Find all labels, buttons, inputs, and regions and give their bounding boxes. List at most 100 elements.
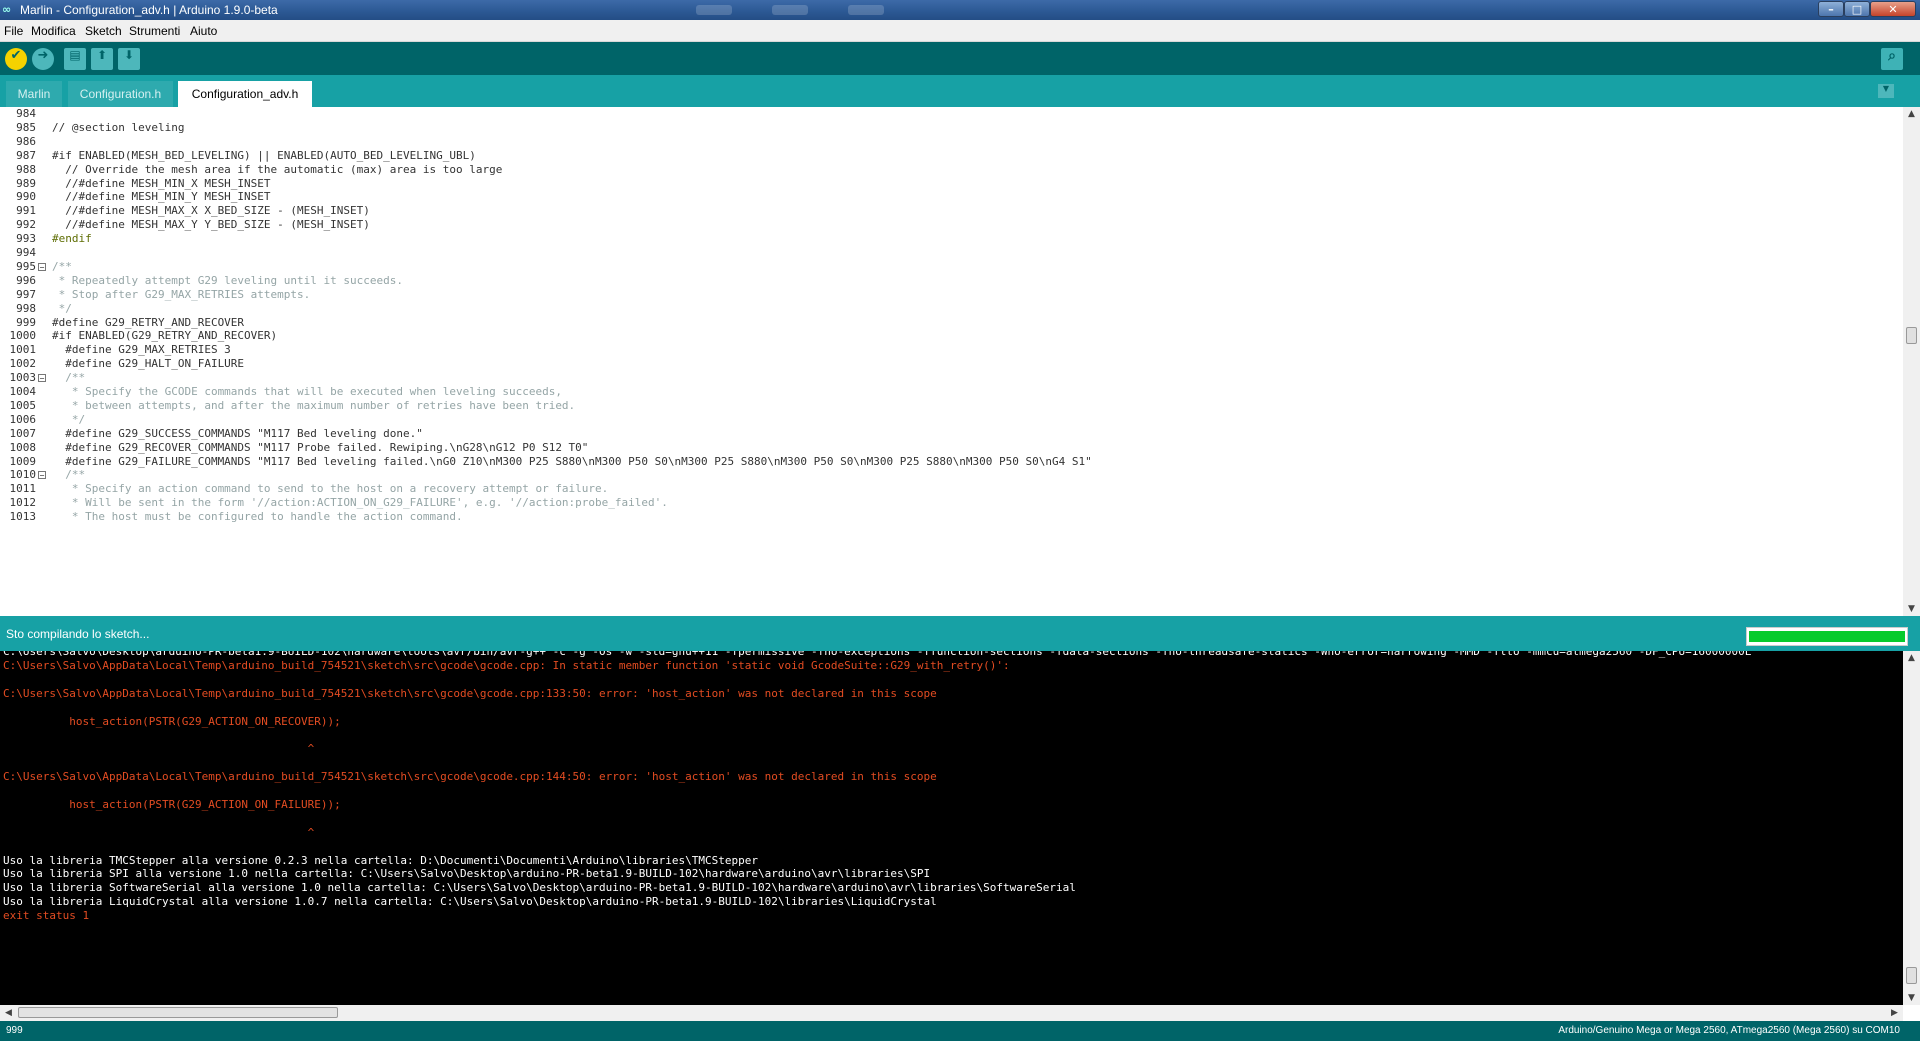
fold-toggle-icon[interactable]: −	[38, 262, 46, 271]
console-horizontal-scrollbar[interactable]: ◀ ▶	[0, 1005, 1903, 1021]
arduino-logo-icon: ∞	[2, 3, 12, 16]
menu-file[interactable]: File	[4, 24, 23, 38]
scroll-left-arrow-icon[interactable]: ◀	[0, 1006, 17, 1020]
toolbar: ✔ ➜ ▤ ⬆ ⬇ ⌕	[0, 42, 1920, 75]
line-number: 984	[16, 107, 36, 120]
line-number: 1011	[9, 482, 37, 496]
code-line: #define G29_RETRY_AND_RECOVER	[52, 315, 245, 329]
code-line: // Override the mesh area if the automat…	[52, 162, 503, 176]
tab-marlin[interactable]: Marlin	[6, 81, 62, 107]
editor-scroll-thumb[interactable]	[1906, 327, 1917, 344]
line-number: 1010	[9, 468, 37, 482]
menu-modifica[interactable]: Modifica	[31, 24, 76, 38]
line-number: 995	[16, 259, 36, 273]
tab-configuration-adv-h[interactable]: Configuration_adv.h	[178, 81, 312, 107]
menu-strumenti[interactable]: Strumenti	[129, 24, 180, 38]
console-output-line: Uso la libreria SPI alla versione 1.0 ne…	[3, 867, 931, 881]
scroll-down-arrow-icon[interactable]: ▼	[1903, 991, 1920, 1005]
blurred-element	[696, 5, 732, 15]
menu-sketch[interactable]: Sketch	[85, 24, 122, 38]
code-line: // @section leveling	[52, 120, 185, 134]
editor-vertical-scrollbar[interactable]: ▲ ▼	[1903, 107, 1920, 616]
scroll-up-arrow-icon[interactable]: ▲	[1903, 651, 1920, 665]
board-port-info: Arduino/Genuino Mega or Mega 2560, ATmeg…	[1558, 1025, 1900, 1036]
code-line: //#define MESH_MAX_X X_BED_SIZE - (MESH_…	[52, 204, 370, 218]
line-number: 998	[16, 301, 36, 315]
code-line: //#define MESH_MIN_Y MESH_INSET	[52, 190, 271, 204]
line-number: 1007	[9, 426, 37, 440]
open-button[interactable]: ⬆	[91, 48, 113, 70]
fold-toggle-icon[interactable]: −	[38, 374, 46, 383]
tab-menu-button[interactable]: ▼	[1878, 84, 1894, 98]
save-button[interactable]: ⬇	[118, 48, 140, 70]
console-error-line: C:\Users\Salvo\AppData\Local\Temp\arduin…	[3, 658, 1010, 672]
line-number: 1005	[9, 398, 37, 412]
code-line: #define G29_SUCCESS_COMMANDS "M117 Bed l…	[52, 426, 423, 440]
menu-aiuto[interactable]: Aiuto	[190, 24, 217, 38]
line-number: 999	[16, 315, 36, 329]
line-number: 1012	[9, 496, 37, 510]
checkmark-icon: ✔	[10, 48, 22, 63]
line-number: 987	[16, 148, 36, 162]
code-line: * The host must be configured to handle …	[52, 510, 463, 524]
console-error-line: host_action(PSTR(G29_ACTION_ON_RECOVER))…	[3, 714, 341, 728]
console-hscroll-thumb[interactable]	[18, 1007, 338, 1018]
line-number: 988	[16, 162, 36, 176]
code-line: * Will be sent in the form '//action:ACT…	[52, 496, 668, 510]
scroll-up-arrow-icon[interactable]: ▲	[1903, 107, 1920, 121]
code-line: #define G29_MAX_RETRIES 3	[52, 343, 231, 357]
code-editor[interactable]: 984 985 986 987 988 989 990 991 992 993 994 995−996…	[0, 107, 1920, 616]
line-number: 1006	[9, 412, 37, 426]
compile-progress-bar	[1746, 627, 1908, 646]
file-icon: ▤	[69, 48, 81, 62]
footer-bar: 999 Arduino/Genuino Mega or Mega 2560, A…	[0, 1021, 1920, 1041]
console-vertical-scrollbar[interactable]: ▲ ▼	[1903, 651, 1920, 1005]
console-scroll-thumb[interactable]	[1906, 967, 1917, 984]
chevron-down-icon: ▼	[1882, 84, 1890, 93]
code-line: /**	[52, 468, 86, 482]
code-line: */	[52, 301, 72, 315]
arrow-right-icon: ➜	[37, 48, 49, 63]
current-line-number: 999	[6, 1025, 23, 1036]
fold-toggle-icon[interactable]: −	[38, 471, 46, 480]
console-output-line: Uso la libreria TMCStepper alla versione…	[3, 853, 758, 867]
line-number: 1000	[9, 329, 37, 343]
new-button[interactable]: ▤	[64, 48, 86, 70]
maximize-button[interactable]: □	[1844, 1, 1870, 17]
blurred-element	[772, 5, 808, 15]
output-console[interactable]: C:\Users\Salvo\Desktop\arduino-PR-beta1.…	[0, 651, 1903, 1005]
progress-fill	[1749, 631, 1905, 642]
menu-bar: File Modifica Sketch Strumenti Aiuto	[0, 20, 1920, 42]
line-number: 993	[16, 232, 36, 246]
minimize-button[interactable]: –	[1818, 1, 1844, 17]
scroll-right-arrow-icon[interactable]: ▶	[1886, 1006, 1903, 1020]
window-title: Marlin - Configuration_adv.h | Arduino 1…	[20, 3, 278, 17]
line-number: 990	[16, 190, 36, 204]
magnifier-icon: ⌕	[1888, 48, 1896, 64]
code-line: #if ENABLED(MESH_BED_LEVELING) || ENABLE…	[52, 148, 476, 162]
line-number: 1003	[9, 371, 37, 385]
console-output-line: Uso la libreria LiquidCrystal alla versi…	[3, 895, 937, 909]
line-number: 989	[16, 176, 36, 190]
code-line: * Specify an action command to send to t…	[52, 482, 609, 496]
tab-bar: Marlin Configuration.h Configuration_adv…	[0, 75, 1920, 107]
scroll-down-arrow-icon[interactable]: ▼	[1903, 602, 1920, 616]
console-error-line: host_action(PSTR(G29_ACTION_ON_FAILURE))…	[3, 797, 341, 811]
line-number: 1001	[9, 343, 37, 357]
code-line: * Repeatedly attempt G29 leveling until …	[52, 273, 403, 287]
code-line: #if ENABLED(G29_RETRY_AND_RECOVER)	[52, 329, 278, 343]
code-line: #define G29_HALT_ON_FAILURE	[52, 357, 245, 371]
title-bar: ∞ Marlin - Configuration_adv.h | Arduino…	[0, 0, 1920, 20]
code-line: * Stop after G29_MAX_RETRIES attempts.	[52, 287, 311, 301]
arrow-down-icon: ⬇	[123, 48, 135, 62]
serial-monitor-button[interactable]: ⌕	[1881, 48, 1903, 70]
code-line: //#define MESH_MAX_Y Y_BED_SIZE - (MESH_…	[52, 218, 370, 232]
upload-button[interactable]: ➜	[32, 48, 54, 70]
verify-button[interactable]: ✔	[5, 48, 27, 70]
line-number: 992	[16, 218, 36, 232]
close-button[interactable]: ✕	[1870, 1, 1916, 17]
line-number: 994	[16, 246, 36, 259]
console-error-line: ^	[3, 825, 315, 839]
line-number: 1009	[9, 454, 37, 468]
tab-configuration-h[interactable]: Configuration.h	[68, 81, 173, 107]
